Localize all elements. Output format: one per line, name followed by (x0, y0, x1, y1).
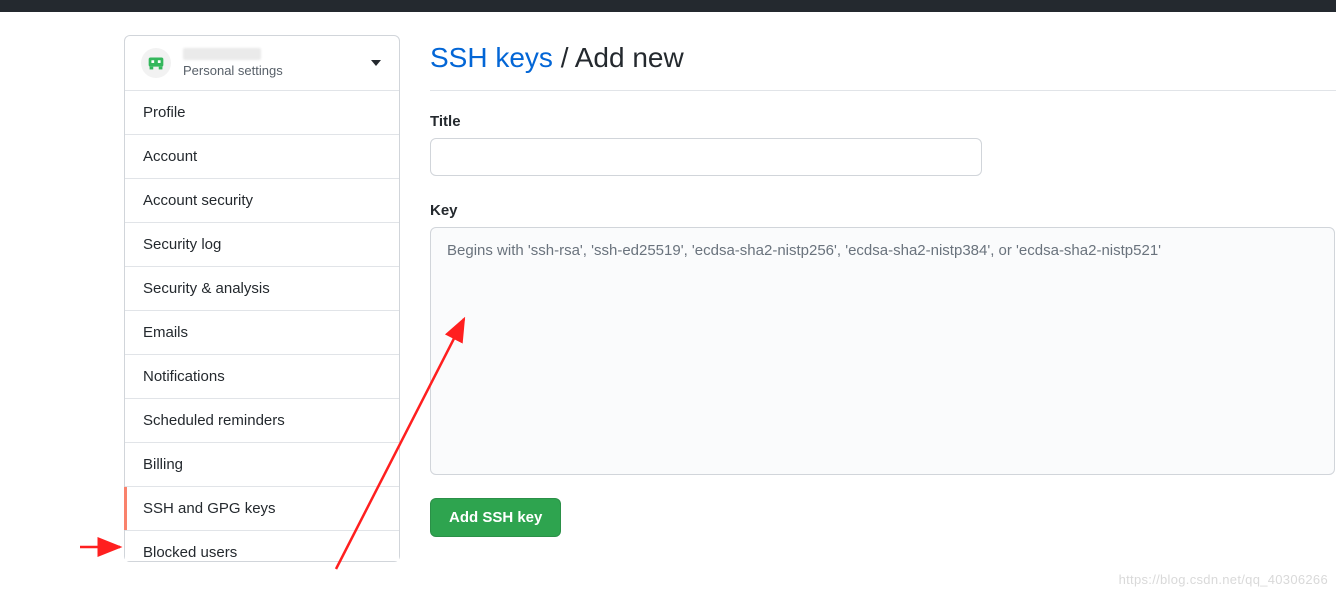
breadcrumb-separator: / (561, 42, 575, 73)
sidebar-item-profile[interactable]: Profile (125, 91, 399, 135)
page-title: SSH keys / Add new (430, 42, 1336, 74)
avatar (141, 48, 171, 78)
add-ssh-key-button[interactable]: Add SSH key (430, 498, 561, 537)
sidebar-item-account[interactable]: Account (125, 135, 399, 179)
sidebar-item-label: SSH and GPG keys (143, 500, 276, 517)
sidebar-item-label: Security log (143, 236, 221, 253)
sidebar-item-notifications[interactable]: Notifications (125, 355, 399, 399)
sidebar-item-emails[interactable]: Emails (125, 311, 399, 355)
chevron-down-icon (371, 60, 381, 66)
sidebar-item-label: Scheduled reminders (143, 412, 285, 429)
sidebar-item-ssh-gpg-keys[interactable]: SSH and GPG keys (125, 487, 399, 531)
sidebar-item-label: Security & analysis (143, 280, 270, 297)
main-content: SSH keys / Add new Title Key Add SSH key (430, 42, 1336, 537)
sidebar-item-scheduled-reminders[interactable]: Scheduled reminders (125, 399, 399, 443)
sidebar-item-blocked-users[interactable]: Blocked users (125, 531, 399, 561)
button-label: Add SSH key (449, 509, 542, 526)
username-redacted (183, 48, 261, 60)
sidebar-item-label: Profile (143, 104, 186, 121)
sidebar-item-label: Blocked users (143, 544, 237, 561)
sidebar-item-billing[interactable]: Billing (125, 443, 399, 487)
key-textarea[interactable] (430, 227, 1335, 475)
breadcrumb-current: Add new (575, 42, 684, 73)
sidebar-item-label: Account (143, 148, 197, 165)
settings-sidebar: Personal settings Profile Account Accoun… (124, 35, 400, 562)
sidebar-subtitle: Personal settings (183, 63, 283, 78)
avatar-icon (145, 52, 167, 74)
title-input[interactable] (430, 138, 982, 176)
sidebar-item-security-analysis[interactable]: Security & analysis (125, 267, 399, 311)
breadcrumb-link-ssh-keys[interactable]: SSH keys (430, 42, 553, 73)
title-label: Title (430, 113, 1336, 130)
sidebar-item-label: Billing (143, 456, 183, 473)
sidebar-item-label: Emails (143, 324, 188, 341)
sidebar-item-account-security[interactable]: Account security (125, 179, 399, 223)
sidebar-item-label: Notifications (143, 368, 225, 385)
sidebar-account-switcher[interactable]: Personal settings (125, 36, 399, 91)
divider (430, 90, 1336, 91)
top-bar (0, 0, 1336, 12)
key-label: Key (430, 202, 1336, 219)
sidebar-item-security-log[interactable]: Security log (125, 223, 399, 267)
sidebar-item-label: Account security (143, 192, 253, 209)
watermark: https://blog.csdn.net/qq_40306266 (1119, 572, 1328, 587)
